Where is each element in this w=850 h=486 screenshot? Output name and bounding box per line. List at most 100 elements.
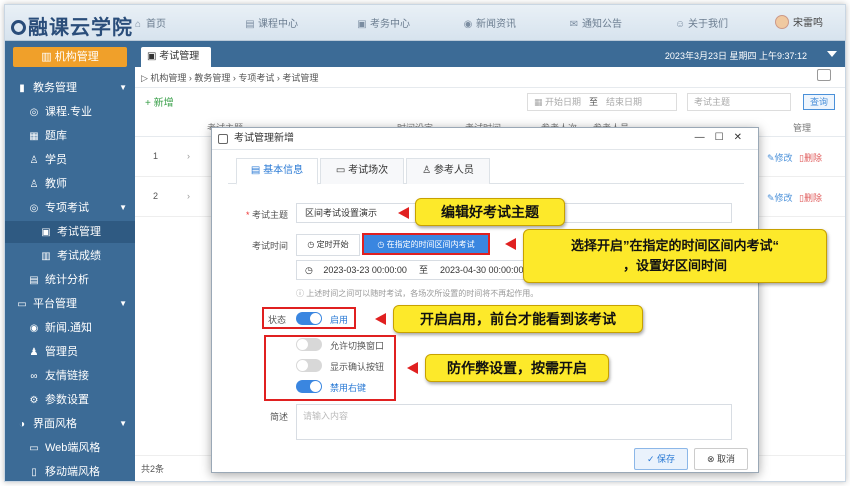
monitor-icon: ▭ xyxy=(17,299,27,310)
add-button[interactable]: + 新增 xyxy=(145,94,174,109)
sidebar-item-label: 统计分析 xyxy=(45,274,89,286)
window-controls: —☐✕ xyxy=(695,128,752,148)
dialog-title-bar: 考试管理新增 —☐✕ xyxy=(212,128,758,150)
mode-time-range[interactable]: ◷ 在指定的时间区间内考试 xyxy=(362,233,490,255)
sidebar-item-label: 界面风格 xyxy=(33,418,77,430)
sidebar-item-10[interactable]: ◉ 新闻.通知 xyxy=(5,317,135,339)
sidebar-item-label: 题库 xyxy=(45,130,67,142)
show-confirm-label: 显示确认按钮 xyxy=(330,362,385,372)
sidebar-item-label: 移动端风格 xyxy=(45,466,100,478)
callout-anti-cheat: 防作弊设置，按需开启 xyxy=(425,354,609,382)
delete-button[interactable]: ▯删除 xyxy=(799,151,822,164)
callout-arrow xyxy=(407,362,418,374)
stats-icon: ▤ xyxy=(29,275,39,286)
sidebar-item-12[interactable]: ∞ 友情链接 xyxy=(5,365,135,387)
gear-icon: ⚙ xyxy=(29,395,39,406)
window-icon xyxy=(218,134,228,144)
bell-icon: ✉ xyxy=(569,19,579,30)
book-icon: ▤ xyxy=(245,19,255,30)
sidebar-item-1[interactable]: ◎ 课程.专业 xyxy=(5,101,135,123)
sidebar-item-5[interactable]: ◎ 专项考试 ▼ xyxy=(5,197,135,219)
exam-icon: ▣ xyxy=(357,19,367,30)
tab-basic-info[interactable]: ▤ 基本信息 xyxy=(236,158,318,185)
sidebar-item-label: 学员 xyxy=(45,154,67,166)
chevron-down-icon[interactable]: ▼ xyxy=(119,77,127,99)
nav-item-home[interactable]: ⌂ 首页 xyxy=(133,15,166,30)
sidebar-item-3[interactable]: ♙ 学员 xyxy=(5,149,135,171)
edit-button[interactable]: ✎修改 xyxy=(767,191,793,204)
save-button[interactable]: ✓ 保存 xyxy=(634,448,688,470)
sidebar-item-11[interactable]: ♟ 管理员 xyxy=(5,341,135,363)
sidebar-item-9[interactable]: ▭ 平台管理 ▼ xyxy=(5,293,135,315)
check-icon: ✓ xyxy=(646,454,658,464)
close-icon[interactable]: ✕ xyxy=(734,132,752,143)
eye-icon: ◉ xyxy=(463,19,473,30)
sidebar-item-6[interactable]: ▣ 考试管理 xyxy=(5,221,135,243)
sidebar-item-4[interactable]: ♙ 教师 xyxy=(5,173,135,195)
main-tab-bar: ▣ 考试管理 2023年3月23日 星期四 上午9:37:12 xyxy=(135,41,845,67)
exam-manage-icon: ▣ xyxy=(41,227,51,238)
datetime: 2023年3月23日 星期四 上午9:37:12 xyxy=(664,51,807,61)
sidebar-item-label: 教务管理 xyxy=(33,82,77,94)
print-icon[interactable] xyxy=(817,69,831,81)
show-confirm-toggle[interactable] xyxy=(296,359,322,372)
callout-arrow xyxy=(398,207,409,219)
chevron-down-icon[interactable] xyxy=(827,51,837,57)
allow-window-switch-toggle[interactable] xyxy=(296,338,322,351)
nav-item-news[interactable]: ◉ 新闻资讯 xyxy=(463,15,516,30)
sidebar-item-13[interactable]: ⚙ 参数设置 xyxy=(5,389,135,411)
tab-exam-manage[interactable]: ▣ 考试管理 xyxy=(141,47,211,67)
teacher-icon: ♙ xyxy=(29,179,39,190)
sidebar-item-16[interactable]: ▯ 移动端风格 xyxy=(5,461,135,481)
sidebar-item-0[interactable]: ▮ 教务管理 ▼ xyxy=(5,77,135,99)
toggle-knob xyxy=(310,381,321,392)
sidebar-item-label: 管理员 xyxy=(45,346,78,358)
chevron-down-icon[interactable]: ▼ xyxy=(119,197,127,219)
nav-item-exams[interactable]: ▣ 考务中心 xyxy=(357,15,410,30)
chart-icon: ▮ xyxy=(19,83,25,94)
minimize-icon[interactable]: — xyxy=(695,132,715,143)
desc-textarea[interactable]: 请输入内容 xyxy=(296,404,732,440)
sidebar-item-label: 教师 xyxy=(45,178,67,190)
time-label: 考试时间 xyxy=(251,241,288,251)
nav-item-notices[interactable]: ✉ 通知公告 xyxy=(569,15,622,30)
nav-item-courses[interactable]: ▤ 课程中心 xyxy=(245,15,298,30)
edit-icon: ✎ xyxy=(767,193,775,203)
help-icon: ⓘ xyxy=(296,289,307,298)
callout-arrow xyxy=(375,313,386,325)
user-menu[interactable]: 宋雷鸣 xyxy=(775,14,823,29)
chevron-down-icon[interactable]: ▼ xyxy=(119,413,127,435)
cancel-button[interactable]: ⊗ 取消 xyxy=(694,448,748,470)
tab-participants[interactable]: ♙ 参考人员 xyxy=(406,158,490,184)
nav-item-about[interactable]: ☺ 关于我们 xyxy=(675,15,728,30)
toggle-knob xyxy=(310,313,321,324)
time-range-input[interactable]: ◷ 2023-03-23 00:00:00 至 2023-04-30 00:00:0… xyxy=(296,260,536,280)
logo-icon xyxy=(11,20,26,35)
org-manage-button[interactable]: ▥ 机构管理 xyxy=(13,47,127,67)
disable-right-click-toggle[interactable] xyxy=(296,380,322,393)
maximize-icon[interactable]: ☐ xyxy=(715,132,734,143)
sidebar-item-label: 平台管理 xyxy=(33,298,77,310)
app-logo[interactable]: 融课云学院 xyxy=(11,11,133,40)
callout-enable: 开启启用，前台才能看到该考试 xyxy=(393,305,643,333)
sidebar-item-7[interactable]: ▥ 考试成绩 xyxy=(5,245,135,267)
expand-icon[interactable]: › xyxy=(187,151,190,161)
clock-icon: ◷ xyxy=(307,240,317,249)
chevron-down-icon[interactable]: ▼ xyxy=(119,293,127,315)
score-icon: ▥ xyxy=(41,251,51,262)
sidebar-item-2[interactable]: ▦ 题库 xyxy=(5,125,135,147)
sidebar-item-8[interactable]: ▤ 统计分析 xyxy=(5,269,135,291)
desktop-icon: ▭ xyxy=(29,443,39,454)
expand-icon[interactable]: › xyxy=(187,191,190,201)
delete-button[interactable]: ▯删除 xyxy=(799,191,822,204)
sidebar-item-14[interactable]: ◑ 界面风格 ▼ xyxy=(5,413,135,435)
status-toggle[interactable] xyxy=(296,312,322,325)
date-range-input[interactable]: ▦ 开始日期至结束日期 xyxy=(527,93,677,111)
edit-button[interactable]: ✎修改 xyxy=(767,151,793,164)
query-button[interactable]: 查询 xyxy=(803,94,835,110)
sidebar-item-15[interactable]: ▭ Web端风格 xyxy=(5,437,135,459)
edit-icon: ✎ xyxy=(767,153,775,163)
mode-timed-start[interactable]: ◷ 定时开始 xyxy=(296,234,360,256)
topic-search-input[interactable]: 考试主题 xyxy=(687,93,791,111)
tab-exam-sessions[interactable]: ▭ 考试场次 xyxy=(320,158,404,184)
